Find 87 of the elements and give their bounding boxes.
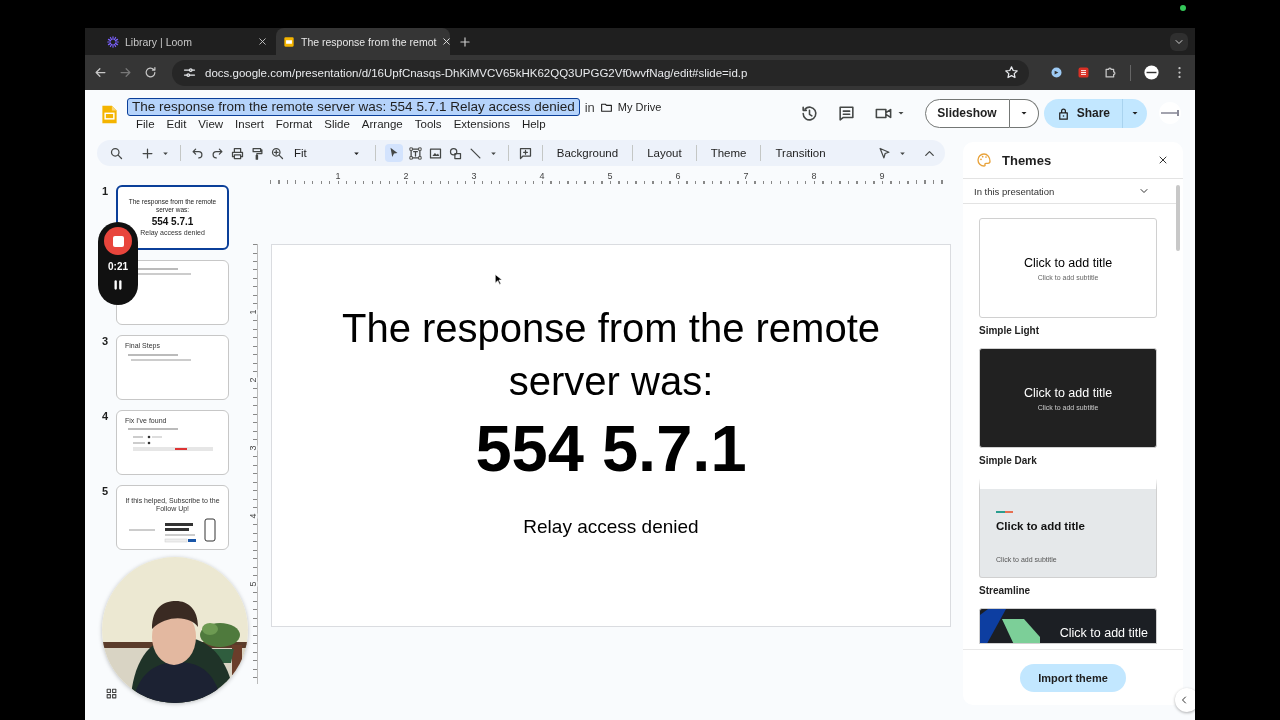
menu-item[interactable]: Edit <box>160 118 193 130</box>
plus-icon[interactable] <box>458 34 472 49</box>
back-icon[interactable] <box>93 65 108 80</box>
menu-item[interactable]: Slide <box>318 118 356 130</box>
reload-icon[interactable] <box>143 65 158 80</box>
theme-title-placeholder: Click to add title <box>1023 385 1113 400</box>
thumbnail-code: 554 5.7.1 <box>151 216 194 227</box>
browser-tab[interactable]: Library | Loom <box>100 28 274 55</box>
extension-icon[interactable] <box>1049 65 1064 80</box>
toolbar-button[interactable]: Transition <box>770 147 831 159</box>
ruler-number: 1 <box>247 309 258 315</box>
pen-icon[interactable] <box>877 145 892 161</box>
menu-item[interactable]: View <box>192 118 230 130</box>
puzzle-icon[interactable] <box>1103 65 1118 80</box>
slideshow-menu-button[interactable] <box>1009 98 1039 128</box>
theme-title-placeholder: Click to add title <box>1059 626 1148 640</box>
toolbar-button[interactable]: Layout <box>642 147 687 159</box>
collapse-button[interactable] <box>1175 688 1195 712</box>
starburst-icon <box>106 34 120 49</box>
text-box-icon[interactable] <box>407 145 423 161</box>
panel-title: Themes <box>1002 152 1053 168</box>
comment-icon[interactable] <box>837 103 857 123</box>
slides-icon <box>282 34 296 49</box>
import-theme-button[interactable]: Import theme <box>1020 663 1126 692</box>
theme-preview[interactable]: Click to add title <box>979 608 1157 644</box>
search-icon[interactable] <box>109 145 124 161</box>
folder-link[interactable]: My Drive <box>617 101 662 113</box>
slide-number: 5 <box>101 485 110 499</box>
share-button[interactable]: Share <box>1043 98 1122 128</box>
recording-timer: 0:21 <box>108 261 128 272</box>
history-icon[interactable] <box>800 103 820 123</box>
stripes-drawing <box>980 609 1042 643</box>
palette-icon <box>976 152 992 168</box>
close-icon[interactable] <box>441 36 453 47</box>
address-field[interactable]: docs.google.com/presentation/d/16UpfCnasqs-DhKiMVCV65kHK62QQ3UPGG2Vf0wvfNag/edit#slide=id.p <box>172 59 1029 86</box>
menu-item[interactable]: Format <box>269 118 319 130</box>
error-code: 554 5.7.1 <box>475 412 747 486</box>
ruler-number: 5 <box>247 581 258 587</box>
image-icon[interactable] <box>427 145 443 161</box>
ruler-number: 2 <box>247 377 258 383</box>
paint-roller-icon[interactable] <box>250 145 265 161</box>
theme-name: Simple Light <box>979 325 1040 336</box>
cursor-icon <box>494 273 504 287</box>
scrollbar <box>1176 185 1180 251</box>
undo-icon[interactable] <box>190 145 205 161</box>
theme-name: Simple Dark <box>979 455 1038 466</box>
theme-title-placeholder: Click to add title <box>1023 255 1113 270</box>
plus-icon[interactable] <box>140 145 155 161</box>
add-comment-icon[interactable] <box>517 145 533 161</box>
redo-icon[interactable] <box>210 145 225 161</box>
star-icon[interactable] <box>1004 65 1019 80</box>
slide-number: 4 <box>101 410 110 424</box>
theme-source-dropdown[interactable]: In this presentation <box>963 179 1176 204</box>
close-icon[interactable] <box>257 36 268 47</box>
accent-line-icon <box>996 511 1013 513</box>
stop-button[interactable] <box>104 227 132 255</box>
zoom-dropdown[interactable]: Fit <box>290 147 366 159</box>
forward-icon[interactable] <box>118 65 133 80</box>
ruler-number: 3 <box>247 445 258 451</box>
extension-icon[interactable] <box>1076 65 1091 80</box>
menu-item[interactable]: Insert <box>229 118 270 130</box>
menu-item[interactable]: Tools <box>408 118 448 130</box>
slide-number: 1 <box>101 185 110 199</box>
location-label: in <box>584 99 595 115</box>
browser-tab[interactable]: The response from the remot <box>276 28 450 55</box>
slideshow-button[interactable]: Slideshow <box>925 98 1010 128</box>
zoom-icon[interactable] <box>270 145 285 161</box>
menu-item[interactable]: Extensions <box>447 118 516 130</box>
theme-title-placeholder: Click to add title <box>996 520 1085 532</box>
ruler-number: 4 <box>247 513 258 519</box>
menu-item[interactable]: Arrange <box>355 118 409 130</box>
slide-title: The response from the remote server was: <box>341 305 881 405</box>
theme-name: Streamline <box>979 585 1032 596</box>
close-icon[interactable] <box>1157 154 1169 166</box>
slide-number: 3 <box>101 335 110 349</box>
slide-subtitle: Relay access denied <box>523 516 699 538</box>
print-icon[interactable] <box>230 145 245 161</box>
site-settings-icon[interactable] <box>182 65 197 80</box>
title-field[interactable]: The response from the remote server was: 554 5.7.1 Relay access denied <box>127 98 580 116</box>
menu-item[interactable]: Help <box>515 118 552 130</box>
shape-icon[interactable] <box>447 145 463 161</box>
toolbar-button[interactable]: Theme <box>705 147 752 159</box>
toolbar-button[interactable]: Background <box>551 147 624 159</box>
avatar-icon[interactable] <box>1143 64 1160 81</box>
grid-icon[interactable] <box>105 687 118 700</box>
recording-dot-icon <box>1180 5 1186 11</box>
menu-item[interactable]: File <box>130 118 161 130</box>
